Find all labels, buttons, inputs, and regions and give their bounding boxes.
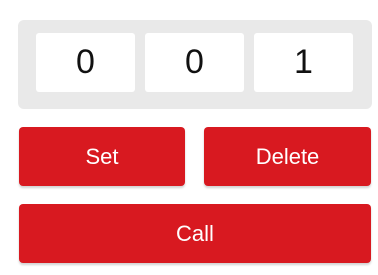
number-display-panel: 0 0 1	[18, 20, 372, 109]
set-button[interactable]: Set	[19, 127, 185, 186]
digit-field-1[interactable]: 0	[36, 33, 135, 92]
digit-field-3[interactable]: 1	[254, 33, 353, 92]
digit-field-2[interactable]: 0	[145, 33, 244, 92]
delete-button[interactable]: Delete	[204, 127, 371, 186]
call-button[interactable]: Call	[19, 204, 371, 263]
